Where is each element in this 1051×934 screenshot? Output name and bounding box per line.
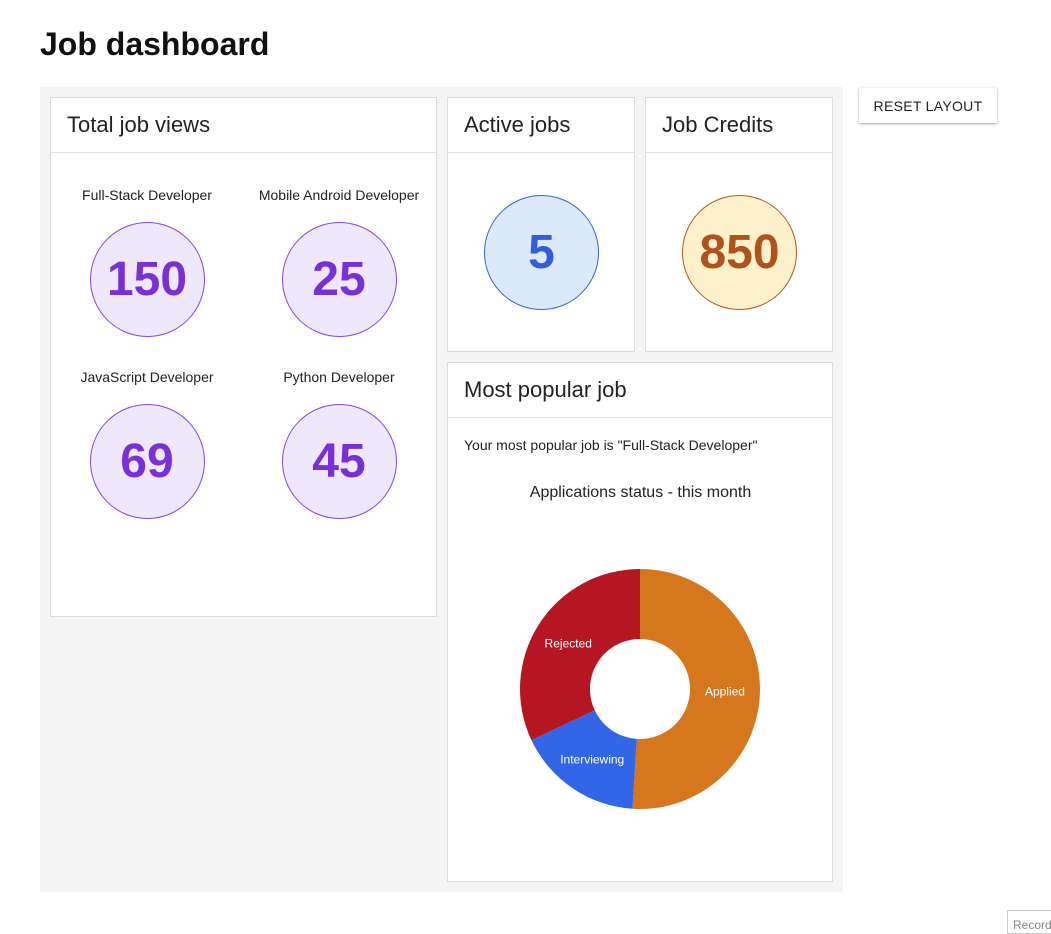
job-views-label: Full-Stack Developer xyxy=(82,187,212,203)
job-credits-title: Job Credits xyxy=(646,98,832,153)
job-views-count: 45 xyxy=(281,404,397,519)
chart-title: Applications status - this month xyxy=(529,484,752,501)
donut-label-applied: Applied xyxy=(705,685,745,699)
most-popular-job-title: Most popular job xyxy=(448,363,832,418)
job-views-label: JavaScript Developer xyxy=(80,369,214,385)
job-views-item: JavaScript Developer 69 xyxy=(57,369,237,519)
active-jobs-card[interactable]: Active jobs 5 xyxy=(447,97,635,352)
job-views-item: Full-Stack Developer 150 xyxy=(57,187,237,337)
most-popular-job-text: Your most popular job is "Full-Stack Dev… xyxy=(464,437,758,453)
most-popular-job-card[interactable]: Most popular job Your most popular job i… xyxy=(447,362,833,882)
job-views-label: Mobile Android Developer xyxy=(258,187,420,203)
total-job-views-card[interactable]: Total job views Full-Stack Developer 150… xyxy=(50,97,437,617)
donut-label-rejected: Rejected xyxy=(545,636,592,650)
job-views-count: 69 xyxy=(89,404,205,519)
donut-label-interviewing: Interviewing xyxy=(560,752,624,766)
job-views-label: Python Developer xyxy=(283,369,395,385)
job-views-count: 150 xyxy=(89,222,205,337)
dashboard-grid: Total job views Full-Stack Developer 150… xyxy=(40,87,843,892)
job-credits-card[interactable]: Job Credits 850 xyxy=(645,97,833,352)
page-title: Job dashboard xyxy=(40,26,270,62)
job-views-count: 25 xyxy=(281,222,397,337)
donut-slice-rejected[interactable] xyxy=(520,569,640,741)
job-views-item: Mobile Android Developer 25 xyxy=(249,187,429,337)
job-credits-count: 850 xyxy=(682,195,797,310)
active-jobs-title: Active jobs xyxy=(448,98,634,153)
total-job-views-title: Total job views xyxy=(51,98,436,153)
record-label[interactable]: Record xyxy=(1007,910,1051,934)
applications-donut-chart: Applied Interviewing Rejected xyxy=(520,569,760,809)
reset-layout-button[interactable]: RESET LAYOUT xyxy=(859,88,997,123)
active-jobs-count: 5 xyxy=(484,195,599,310)
job-views-item: Python Developer 45 xyxy=(249,369,429,519)
